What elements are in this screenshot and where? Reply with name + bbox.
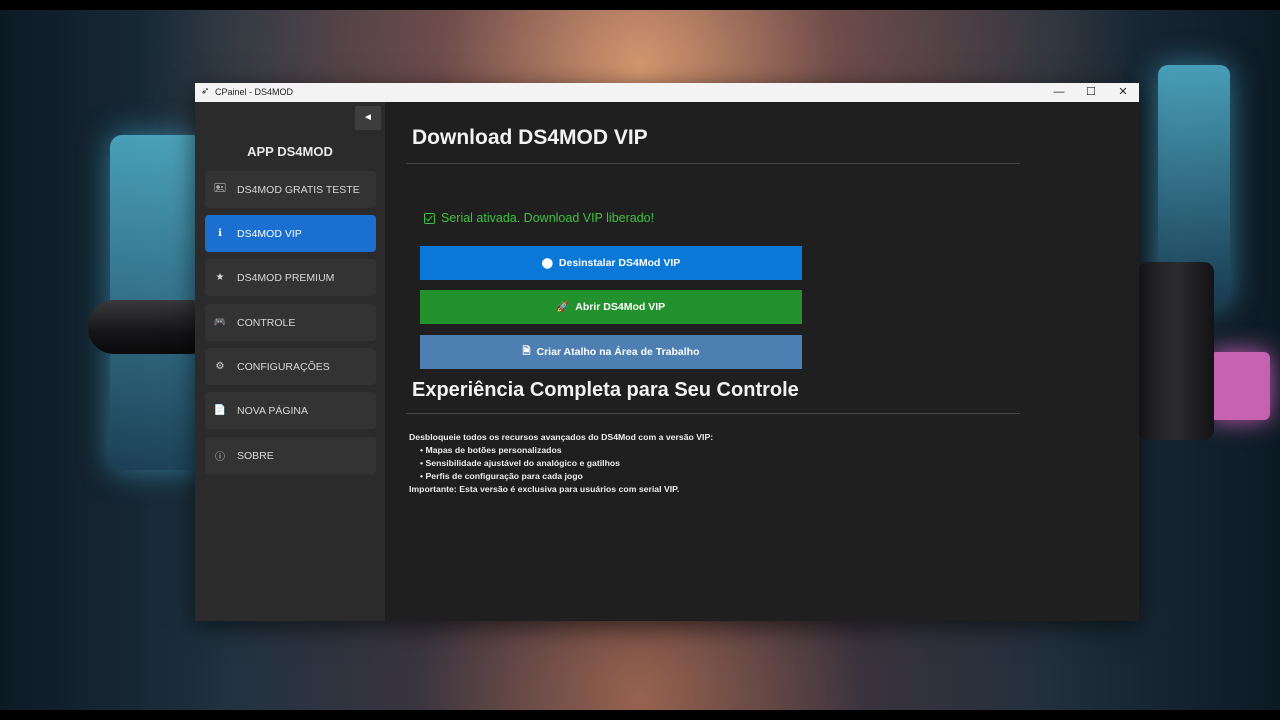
sidebar-item-vip[interactable]: ℹ DS4MOD VIP [205,215,376,252]
title-bar[interactable]: ➶ CPainel - DS4MOD — ☐ ✕ [195,83,1139,102]
section-divider [406,413,1020,414]
sidebar-item-controle[interactable]: 🎮 CONTROLE [205,304,376,341]
wallpaper-neon-sign [1210,352,1270,420]
section-title: Experiência Completa para Seu Controle [412,379,799,401]
main-content: Download DS4MOD VIP Serial ativada. Down… [385,102,1139,621]
create-shortcut-button-label: Criar Atalho na Área de Trabalho [536,346,700,358]
collapse-sidebar-button[interactable]: ◄ [355,106,381,130]
sidebar-item-label: DS4MOD GRATIS TESTE [237,183,360,196]
star-icon: ★ [215,272,225,283]
gamepad-icon: 🎮 [213,317,227,328]
sidebar-item-label: SOBRE [237,449,274,462]
checkbox-check-icon [424,212,435,224]
status-message: Serial ativada. Download VIP liberado! [424,211,654,225]
create-shortcut-button[interactable]: 🗎 Criar Atalho na Área de Trabalho [420,335,802,369]
gear-icon: ⚙ [215,361,225,372]
description-note: Importante: Esta versão é exclusiva para… [409,484,680,494]
window-title: CPainel - DS4MOD [215,87,294,97]
feature-bullet: • Sensibilidade ajustável do analógico e… [420,458,621,468]
feature-bullet: • Perfis de configuração para cada jogo [420,471,583,481]
feature-bullet: • Mapas de botões personalizados [420,445,562,455]
sidebar-item-label: DS4MOD PREMIUM [237,271,335,284]
sidebar-item-sobre[interactable]: ⓘ SOBRE [205,437,376,474]
uninstall-button-label: Desinstalar DS4Mod VIP [558,257,681,269]
sidebar-item-label: DS4MOD VIP [237,227,302,240]
wallpaper-gun-barrel [88,300,198,354]
sidebar-item-gratis-teste[interactable]: 🖭 DS4MOD GRATIS TESTE [205,171,376,208]
sidebar-item-nova-pagina[interactable]: 📄 NOVA PÁGINA [205,392,376,429]
description-intro: Desbloqueie todos os recursos avançados … [409,432,714,442]
about-icon: ⓘ [215,452,225,463]
minimize-button[interactable]: — [1043,83,1075,102]
shortcut-icon: 🗎 [522,345,531,357]
sidebar-brand: APP DS4MOD [247,144,333,159]
info-icon: ℹ [218,228,222,239]
sidebar-item-label: CONFIGURAÇÕES [237,360,330,373]
app-window: ➶ CPainel - DS4MOD — ☐ ✕ ◄ APP DS4MOD 🖭 … [195,83,1139,621]
close-button[interactable]: ✕ [1107,83,1139,102]
document-icon: 📄 [213,405,227,416]
open-app-button-label: Abrir DS4Mod VIP [575,301,666,313]
status-text: Serial ativada. Download VIP liberado! [441,211,655,225]
sidebar-item-premium[interactable]: ★ DS4MOD PREMIUM [205,259,376,296]
title-divider [406,163,1020,164]
wallpaper-gun-body [1138,262,1214,440]
rocket-icon: 🚀 [556,301,570,313]
card-icon: 🖭 [214,183,226,194]
sidebar-item-label: NOVA PÁGINA [237,404,308,417]
uninstall-icon: ⬤ [541,257,553,269]
maximize-button[interactable]: ☐ [1075,83,1107,102]
app-logo-icon: ➶ [201,86,210,97]
description-block: Desbloqueie todos os recursos avançados … [409,431,1009,496]
letterbox-bottom [0,710,1280,720]
sidebar-item-label: CONTROLE [237,316,296,329]
open-app-button[interactable]: 🚀 Abrir DS4Mod VIP [420,290,802,324]
uninstall-button[interactable]: ⬤ Desinstalar DS4Mod VIP [420,246,802,280]
sidebar: ◄ APP DS4MOD 🖭 DS4MOD GRATIS TESTE ℹ DS4… [195,102,385,621]
page-title: Download DS4MOD VIP [412,126,648,149]
sidebar-item-configuracoes[interactable]: ⚙ CONFIGURAÇÕES [205,348,376,385]
letterbox-top [0,0,1280,10]
